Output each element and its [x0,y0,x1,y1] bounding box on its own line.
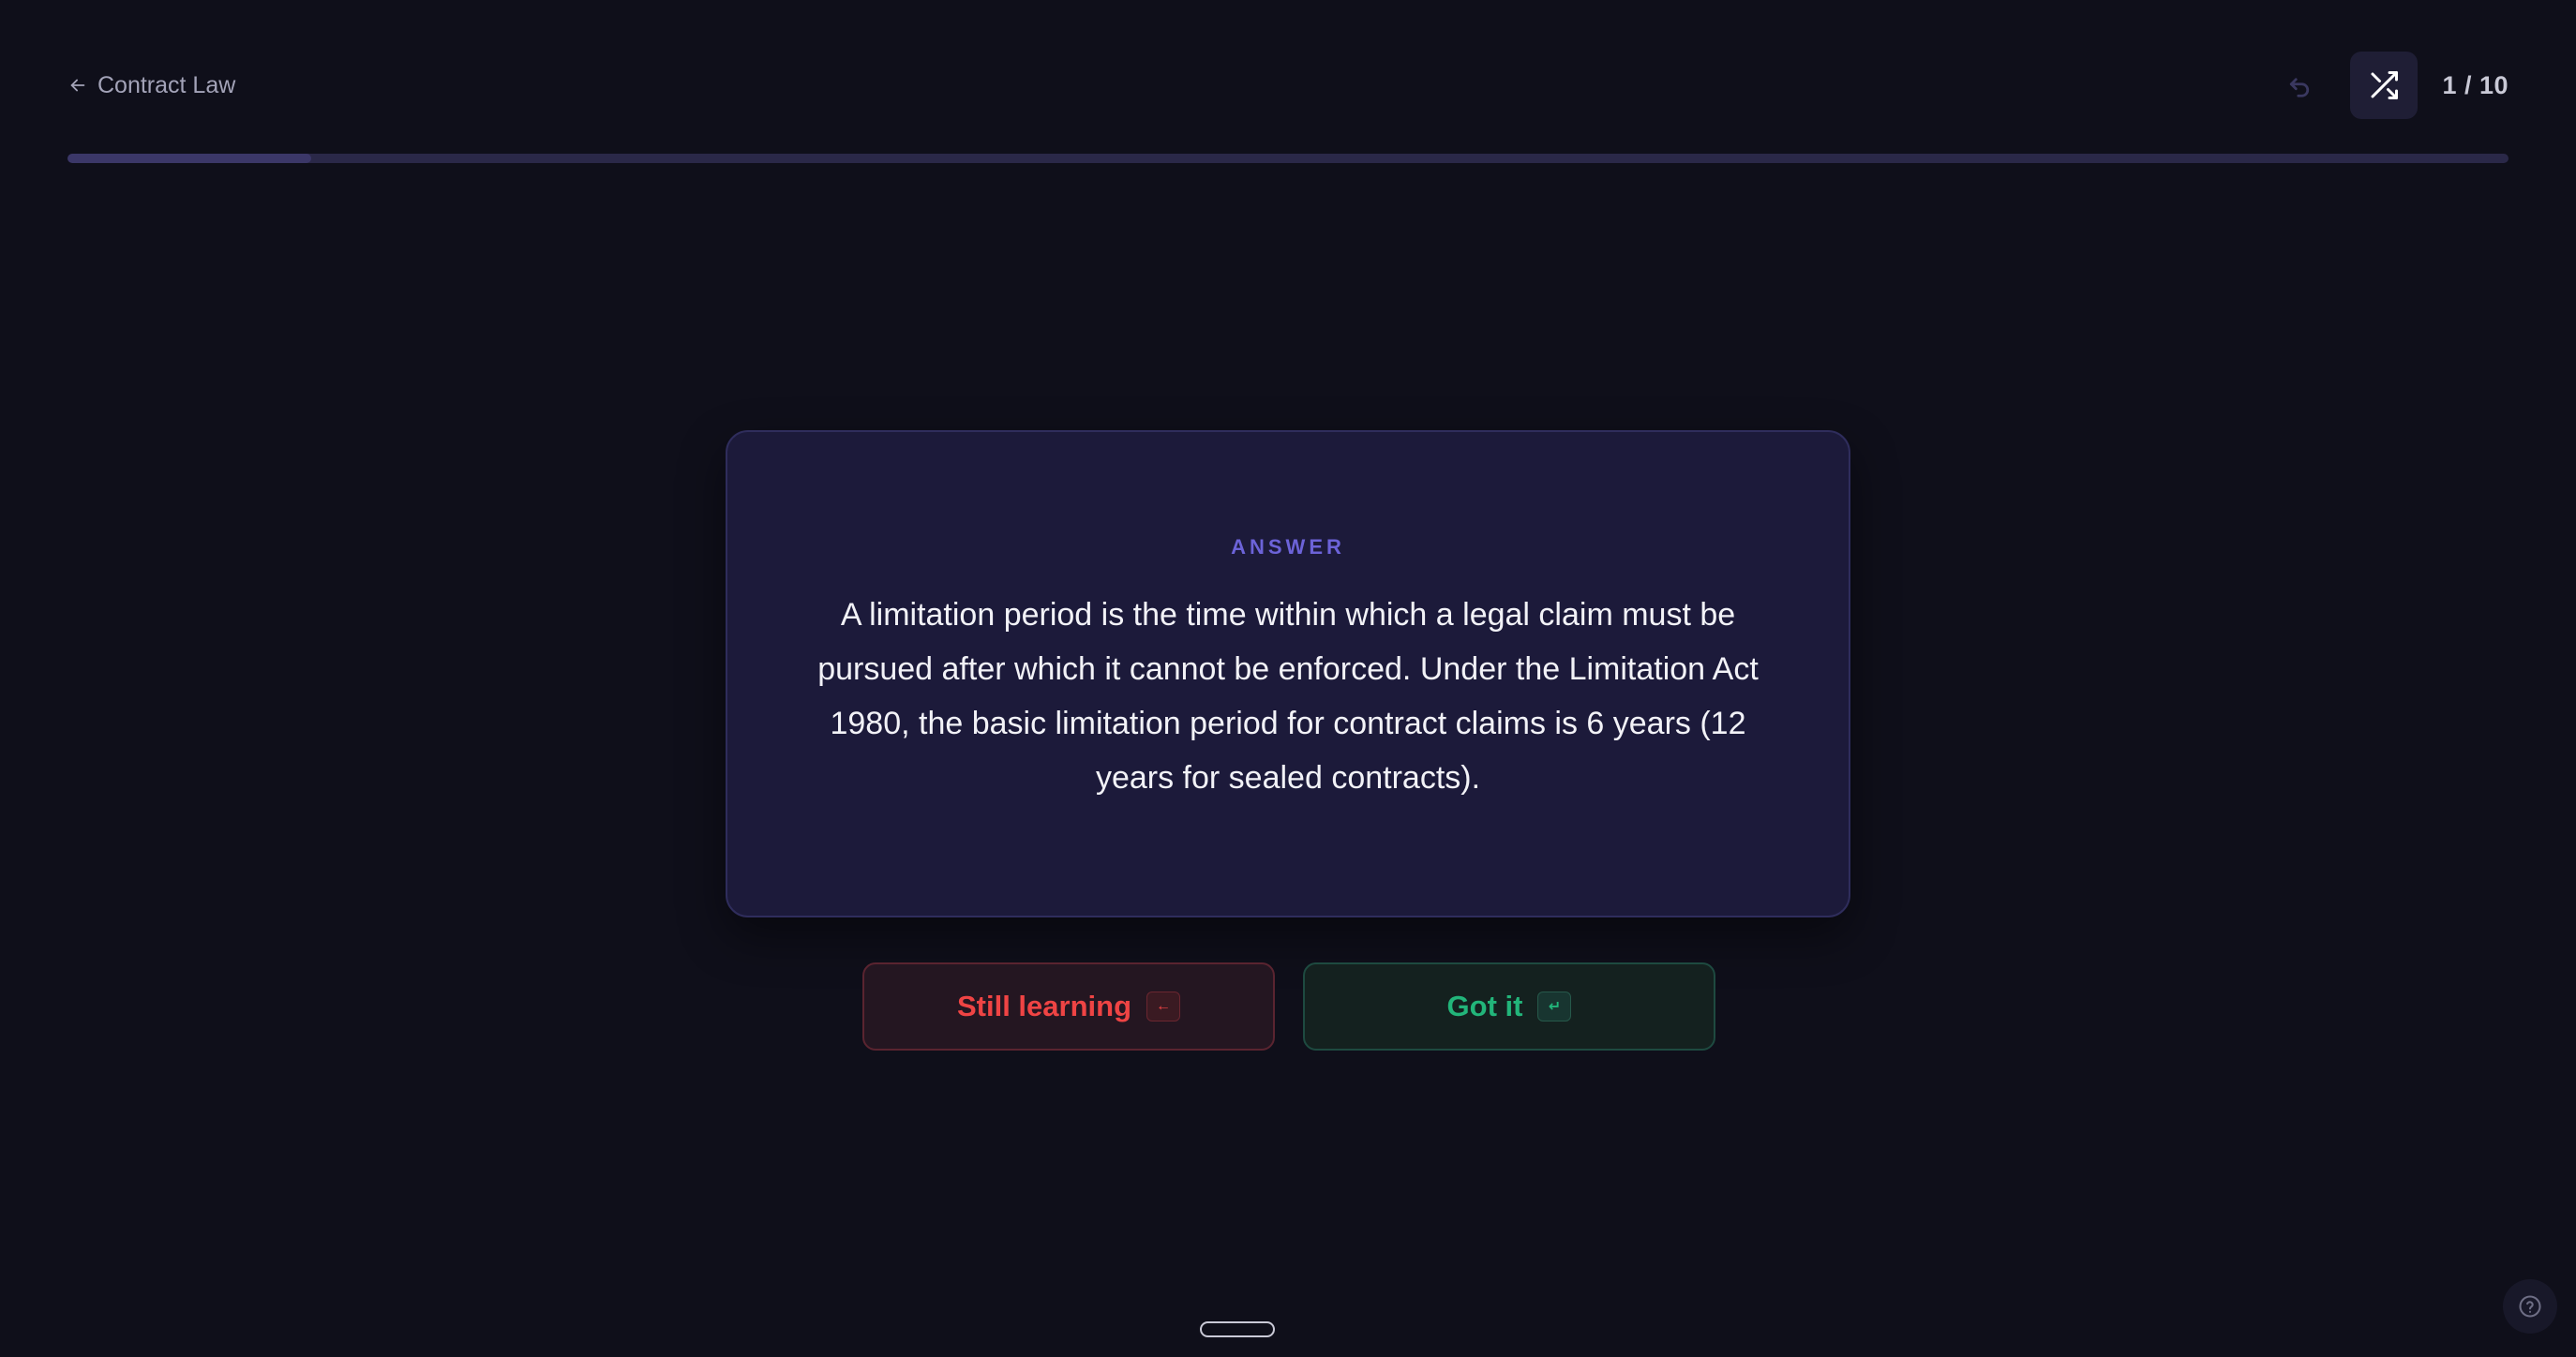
card-counter: 1 / 10 [2442,70,2509,99]
progress-fill [67,154,312,163]
still-learning-button[interactable]: Still learning ← [862,962,1275,1051]
card-side-label: ANSWER [1231,535,1345,559]
back-link-label: Contract Law [97,71,236,98]
left-arrow-key-hint: ← [1146,992,1181,1021]
top-bar: Contract Law 1 / 10 [67,52,2509,119]
got-it-button[interactable]: Got it ↵ [1303,962,1715,1051]
answer-actions: Still learning ← Got it ↵ [862,962,1715,1051]
back-link[interactable]: Contract Law [67,72,235,99]
enter-key-hint: ↵ [1537,992,1572,1021]
shuffle-icon [2371,71,2399,99]
help-circle-icon [2519,1295,2541,1318]
undo-icon [2290,78,2310,97]
help-button[interactable] [2503,1279,2557,1334]
progress-bar [67,154,2509,163]
got-it-label: Got it [1446,990,1523,1022]
home-indicator[interactable] [1200,1321,1275,1337]
card-answer-text: A limitation period is the time within w… [817,597,1759,796]
undo-button[interactable] [2273,59,2326,112]
header-controls: 1 / 10 [2273,52,2509,119]
shuffle-button[interactable] [2350,52,2419,119]
arrow-left-icon [70,79,85,92]
flashcard[interactable]: ANSWER A limitation period is the time w… [726,430,1850,917]
still-learning-label: Still learning [956,990,1132,1022]
